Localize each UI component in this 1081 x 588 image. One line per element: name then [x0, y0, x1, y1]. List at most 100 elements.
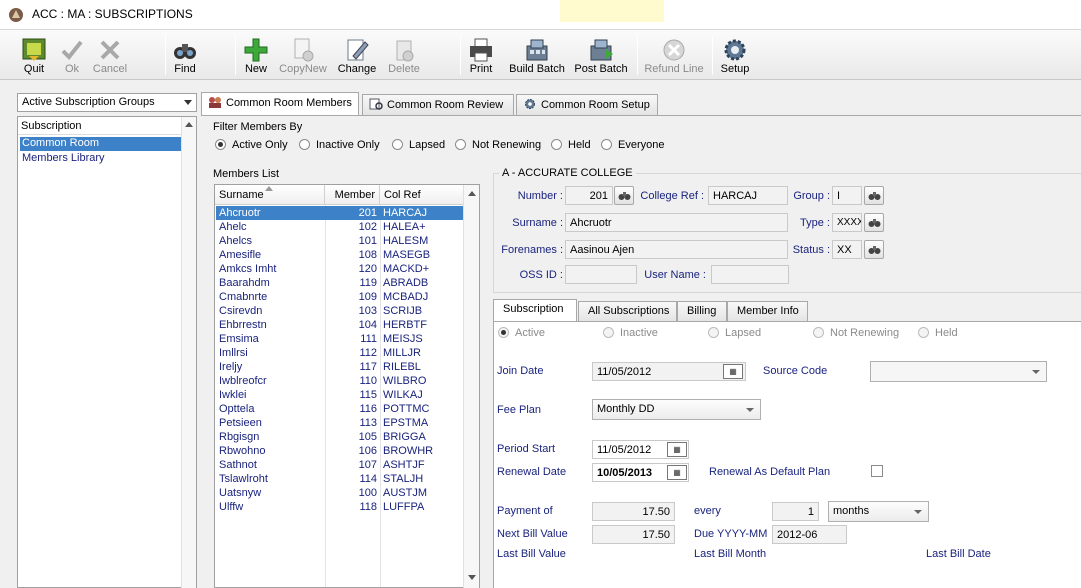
table-row[interactable]: Rbgisgn 105 BRIGGA [216, 430, 463, 444]
delete-button[interactable]: Delete [384, 30, 424, 80]
change-button[interactable]: Change [335, 30, 379, 80]
filter-lapsed[interactable]: Lapsed [392, 139, 445, 151]
tab-all-subscriptions[interactable]: All Subscriptions [578, 301, 677, 321]
renewal-date-label: Renewal Date [497, 466, 567, 478]
cell-surname: Uatsnyw [219, 487, 262, 499]
column-header-colref[interactable]: Col Ref [380, 185, 464, 205]
status-active-option[interactable]: Active [498, 327, 545, 339]
print-button[interactable]: Print [465, 30, 497, 80]
cancel-button[interactable]: Cancel [90, 30, 130, 80]
tab-common-room-review[interactable]: Common Room Review [362, 94, 514, 115]
details-group-title: A - ACCURATE COLLEGE [499, 167, 636, 179]
table-row[interactable]: Cmabnrte 109 MCBADJ [216, 290, 463, 304]
table-row[interactable]: Imllrsi 112 MILLJR [216, 346, 463, 360]
find-button[interactable]: Find [170, 30, 200, 80]
table-row[interactable]: Tslawlroht 114 STALJH [216, 472, 463, 486]
forenames-field[interactable]: Aasinou Ajen [565, 240, 788, 259]
group-lookup-button[interactable] [864, 186, 884, 205]
table-row[interactable]: Emsima 111 MEISJS [216, 332, 463, 346]
filter-held[interactable]: Held [551, 139, 591, 151]
tab-common-room-members[interactable]: Common Room Members [201, 92, 359, 116]
table-row[interactable]: Iwblreofcr 110 WILBRO [216, 374, 463, 388]
table-row[interactable]: Ahelc 102 HALEA+ [216, 220, 463, 234]
tab-common-room-setup[interactable]: Common Room Setup [516, 94, 658, 115]
tab-member-info[interactable]: Member Info [727, 301, 808, 321]
user-name-field[interactable] [711, 265, 789, 284]
cell-colref: WILKAJ [383, 389, 423, 401]
table-row[interactable]: Amesifle 108 MASEGB [216, 248, 463, 262]
cell-surname: Tslawlroht [219, 473, 268, 485]
new-button[interactable]: New [240, 30, 272, 80]
build-batch-button[interactable]: Build Batch [508, 30, 566, 80]
period-start-calendar-button[interactable]: ▦ [667, 442, 687, 457]
copynew-button[interactable]: CopyNew [276, 30, 330, 80]
due-field[interactable]: 2012-06 [772, 525, 847, 544]
post-batch-button[interactable]: Post Batch [572, 30, 630, 80]
table-row[interactable]: Rbwohno 106 BROWHR [216, 444, 463, 458]
join-date-label: Join Date [497, 365, 544, 377]
members-scrollbar[interactable] [463, 185, 479, 588]
oss-id-field[interactable] [565, 265, 637, 284]
every-unit-select[interactable]: months [828, 501, 929, 522]
tab-subscription[interactable]: Subscription [493, 299, 577, 322]
status-field[interactable]: XX [832, 240, 862, 259]
cell-surname: Imllrsi [219, 347, 248, 359]
join-date-calendar-button[interactable]: ▦ [723, 364, 743, 379]
last-bill-date-label: Last Bill Date [926, 548, 991, 560]
college-ref-field[interactable]: HARCAJ [708, 186, 788, 205]
number-field[interactable]: 201 [565, 186, 613, 205]
table-row[interactable]: Sathnot 107 ASHTJF [216, 458, 463, 472]
type-field[interactable]: XXXX [832, 213, 862, 232]
table-row[interactable]: Amkcs Imht 120 MACKD+ [216, 262, 463, 276]
table-row[interactable]: Baarahdm 119 ABRADB [216, 276, 463, 290]
table-row[interactable]: Ahelcs 101 HALESM [216, 234, 463, 248]
cell-member: 119 [359, 277, 377, 289]
tree-item-members-library[interactable]: Members Library [20, 152, 181, 166]
cell-surname: Ahcruotr [219, 207, 261, 219]
table-row[interactable]: Ireljy 117 RILEBL [216, 360, 463, 374]
surname-field[interactable]: Ahcruotr [565, 213, 788, 232]
table-row[interactable]: Uatsnyw 100 AUSTJM [216, 486, 463, 500]
fee-plan-select[interactable]: Monthly DD [592, 399, 761, 420]
status-lapsed-option[interactable]: Lapsed [708, 327, 761, 339]
next-bill-field[interactable]: 17.50 [592, 525, 675, 544]
quit-button[interactable]: Quit [14, 30, 54, 80]
subscription-groups-select[interactable]: Active Subscription Groups [17, 93, 197, 112]
column-header-surname[interactable]: Surname [215, 185, 325, 205]
source-code-select[interactable] [870, 361, 1047, 382]
table-row[interactable]: Ehbrrestn 104 HERBTF [216, 318, 463, 332]
status-held-option[interactable]: Held [918, 327, 958, 339]
table-row[interactable]: Csirevdn 103 SCRIJB [216, 304, 463, 318]
number-lookup-button[interactable] [614, 186, 634, 205]
tab-billing[interactable]: Billing [677, 301, 727, 321]
cell-member: 108 [358, 249, 377, 261]
type-lookup-button[interactable] [864, 213, 884, 232]
table-row[interactable]: Iwklei 115 WILKAJ [216, 388, 463, 402]
cell-member: 118 [359, 501, 377, 513]
column-header-member[interactable]: Member [325, 185, 380, 205]
status-lookup-button[interactable] [864, 240, 884, 259]
status-inactive-option[interactable]: Inactive [603, 327, 658, 339]
tree-scrollbar[interactable] [181, 117, 196, 588]
filter-inactive-only[interactable]: Inactive Only [299, 139, 380, 151]
group-field[interactable]: I [832, 186, 862, 205]
table-row[interactable]: Petsieen 113 EPSTMA [216, 416, 463, 430]
every-field[interactable]: 1 [772, 502, 819, 521]
cell-surname: Cmabnrte [219, 291, 268, 303]
renewal-default-checkbox[interactable] [871, 465, 883, 477]
ok-button[interactable]: Ok [56, 30, 88, 80]
table-row[interactable]: Opttela 116 POTTMC [216, 402, 463, 416]
filter-everyone[interactable]: Everyone [601, 139, 664, 151]
table-row[interactable]: Ahcruotr 201 HARCAJ [216, 206, 463, 220]
refund-line-button[interactable]: Refund Line [642, 30, 706, 80]
filter-active-only[interactable]: Active Only [215, 139, 288, 151]
tree-item-common-room[interactable]: Common Room [20, 137, 181, 151]
status-not-renewing-option[interactable]: Not Renewing [813, 327, 899, 339]
filter-not-renewing[interactable]: Not Renewing [455, 139, 541, 151]
payment-of-field[interactable]: 17.50 [592, 502, 675, 521]
table-row[interactable]: Ulffw 118 LUFFPA [216, 500, 463, 514]
renewal-date-calendar-button[interactable]: ▦ [667, 465, 687, 480]
setup-button[interactable]: Setup [718, 30, 752, 80]
quit-icon [22, 38, 46, 61]
cell-member: 114 [359, 473, 377, 485]
